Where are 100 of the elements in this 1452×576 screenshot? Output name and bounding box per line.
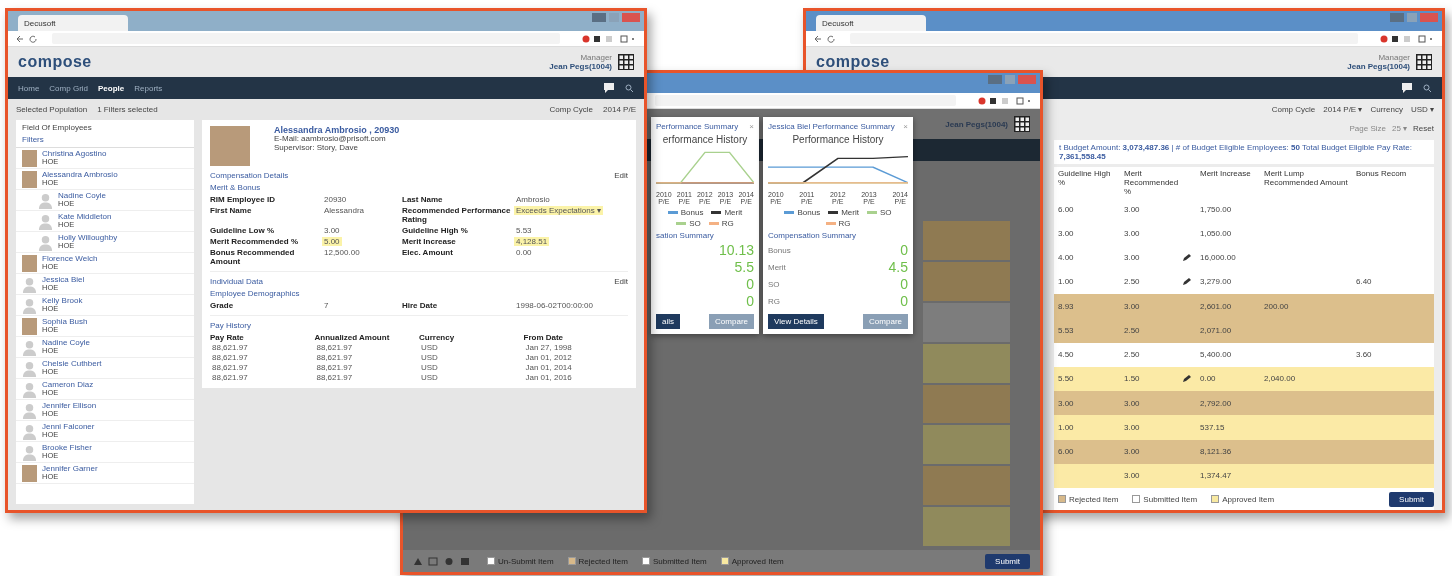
legend-label: Un-Submit Item xyxy=(498,556,554,566)
profile-supervisor: Supervisor: Story, Dave xyxy=(274,143,358,153)
legend-label: Rejected Item xyxy=(578,556,628,566)
person-silhouette-icon xyxy=(22,380,37,398)
field-label: Grade xyxy=(210,301,235,310)
currency-label: Currency xyxy=(1370,104,1403,114)
table-cell-text: 3.00 xyxy=(1123,422,1141,432)
table-cell-text: 1.00 xyxy=(1057,277,1075,287)
summary-label: Merit xyxy=(768,262,786,272)
column-header: Pay Rate xyxy=(210,333,245,342)
field-value: 5.53 xyxy=(515,226,533,235)
photo-placeholder xyxy=(22,254,37,272)
user-name: Jean Pegs(1004) xyxy=(1347,62,1410,71)
field-label: Elec. Amount xyxy=(402,248,454,257)
table-cell-text: 1.50 xyxy=(1123,374,1141,384)
summary-value: 0 xyxy=(900,294,908,308)
column-header: Merit Lump Recommended Amount xyxy=(1263,170,1349,188)
section-title: Merit & Bonus xyxy=(210,183,262,192)
table-cell-text: 3.00 xyxy=(1123,471,1141,481)
legend-label: Rejected Item xyxy=(1069,494,1119,504)
table-cell-text: 3.00 xyxy=(1123,447,1141,457)
cycle-select[interactable]: 2014 P/E ▾ xyxy=(1323,104,1363,114)
person-silhouette-icon xyxy=(22,338,37,356)
summary-value: 4.5 xyxy=(888,260,908,274)
submit-button[interactable]: Submit xyxy=(985,553,1030,569)
currency-select[interactable]: USD ▾ xyxy=(1410,104,1434,114)
table-cell-text: 3.00 xyxy=(1123,204,1141,214)
table-cell-text: 3.00 xyxy=(1123,398,1141,408)
submit-button[interactable]: Submit xyxy=(1389,491,1434,507)
table-cell-text: 8,121.36 xyxy=(1199,447,1233,457)
legend-swatch xyxy=(1058,495,1066,503)
legend-label: SO xyxy=(879,208,892,217)
cycle-label: Comp Cycle xyxy=(549,105,594,114)
pencil-icon[interactable] xyxy=(1182,253,1191,262)
profile-email: E-Mail: aambrosio@prisoft.com xyxy=(274,135,387,144)
photo-placeholder xyxy=(22,149,37,167)
table-cell-text: 6.00 xyxy=(1057,447,1075,457)
field-label: Merit Increase xyxy=(402,237,457,246)
summary-label: Bonus xyxy=(768,245,791,255)
person-silhouette-icon xyxy=(38,191,53,209)
summary-label: SO xyxy=(768,279,780,289)
chart-title: Performance History xyxy=(791,134,885,145)
edit-link[interactable]: Edit xyxy=(614,277,628,286)
apps-grid-icon[interactable] xyxy=(1014,116,1030,132)
summary-value: 0 xyxy=(900,243,908,257)
popup-button[interactable]: View Details xyxy=(768,314,824,329)
summary-value: 0 xyxy=(900,277,908,291)
apps-grid-icon[interactable] xyxy=(618,54,634,70)
chart-title: erformance History xyxy=(661,134,749,145)
pencil-icon[interactable] xyxy=(1182,277,1191,286)
field-value: Ambrosio xyxy=(515,195,551,204)
profile-name: Alessandra Ambrosio , 20930 xyxy=(274,126,400,135)
column-header: Bonus Recom xyxy=(1355,170,1408,179)
person-silhouette-icon xyxy=(38,212,53,230)
popup-title: Performance Summary xyxy=(656,122,739,131)
table-cell-text: Jan 01, 2012 xyxy=(524,353,573,362)
browser-tab[interactable]: Decusoft xyxy=(816,15,926,31)
chat-bubble-icon[interactable] xyxy=(1401,82,1413,94)
address-field[interactable] xyxy=(655,95,956,106)
browser-tab[interactable]: Decusoft xyxy=(18,15,128,31)
person-silhouette-icon xyxy=(22,275,37,293)
table-cell-text: 2.50 xyxy=(1123,350,1141,360)
table-cell-text: 1.00 xyxy=(1057,422,1075,432)
table-cell-text: 200.00 xyxy=(1263,301,1290,311)
table-cell-text: Jan 01, 2014 xyxy=(524,363,573,372)
field-label: Last Name xyxy=(402,195,444,204)
table-cell-text: 16,000.00 xyxy=(1199,253,1237,263)
page-size-label: Page Size xyxy=(1349,123,1386,133)
field-label: Bonus Recommended Amount xyxy=(210,248,296,266)
table-cell-text: USD xyxy=(420,343,439,352)
legend-label: Submitted Item xyxy=(652,556,707,566)
table-cell-text: 88,621.97 xyxy=(315,373,354,382)
list-title: Field Of Employees xyxy=(22,123,93,132)
legend-swatch xyxy=(487,557,495,565)
filters-link[interactable]: Filters xyxy=(22,135,188,144)
photo-placeholder xyxy=(22,170,37,188)
apps-grid-icon[interactable] xyxy=(1416,54,1432,70)
table-cell-text: 2,601.00 xyxy=(1199,301,1233,311)
field-value: 7 xyxy=(323,301,330,310)
nav-tab[interactable]: People xyxy=(98,83,125,93)
table-cell-text: 2,071.00 xyxy=(1199,325,1233,335)
table-cell-text: 3,279.00 xyxy=(1199,277,1233,287)
reset-button[interactable]: Reset xyxy=(1413,123,1434,133)
search-icon[interactable] xyxy=(1423,83,1432,93)
table-cell-text: 6.00 xyxy=(1057,204,1075,214)
field-value: 20930 xyxy=(323,195,348,204)
cycle-label: Comp Cycle xyxy=(1271,104,1316,114)
popup-button[interactable]: ails xyxy=(656,314,680,329)
pencil-icon[interactable] xyxy=(1182,374,1191,383)
nav-tab[interactable]: Home xyxy=(18,83,40,93)
section-title: sation Summary xyxy=(656,231,715,240)
nav-tab[interactable]: Comp Grid xyxy=(49,83,89,93)
cycle-select[interactable]: 2014 P/E xyxy=(603,105,636,114)
edit-link[interactable]: Edit xyxy=(614,171,628,180)
nav-tab[interactable]: Reports xyxy=(134,83,163,93)
chat-bubble-icon[interactable] xyxy=(603,82,615,94)
search-icon[interactable] xyxy=(625,83,634,93)
column-header: Merit Increase xyxy=(1199,170,1252,179)
person-silhouette-icon xyxy=(22,401,37,419)
summary-value: 5.5 xyxy=(734,260,754,274)
